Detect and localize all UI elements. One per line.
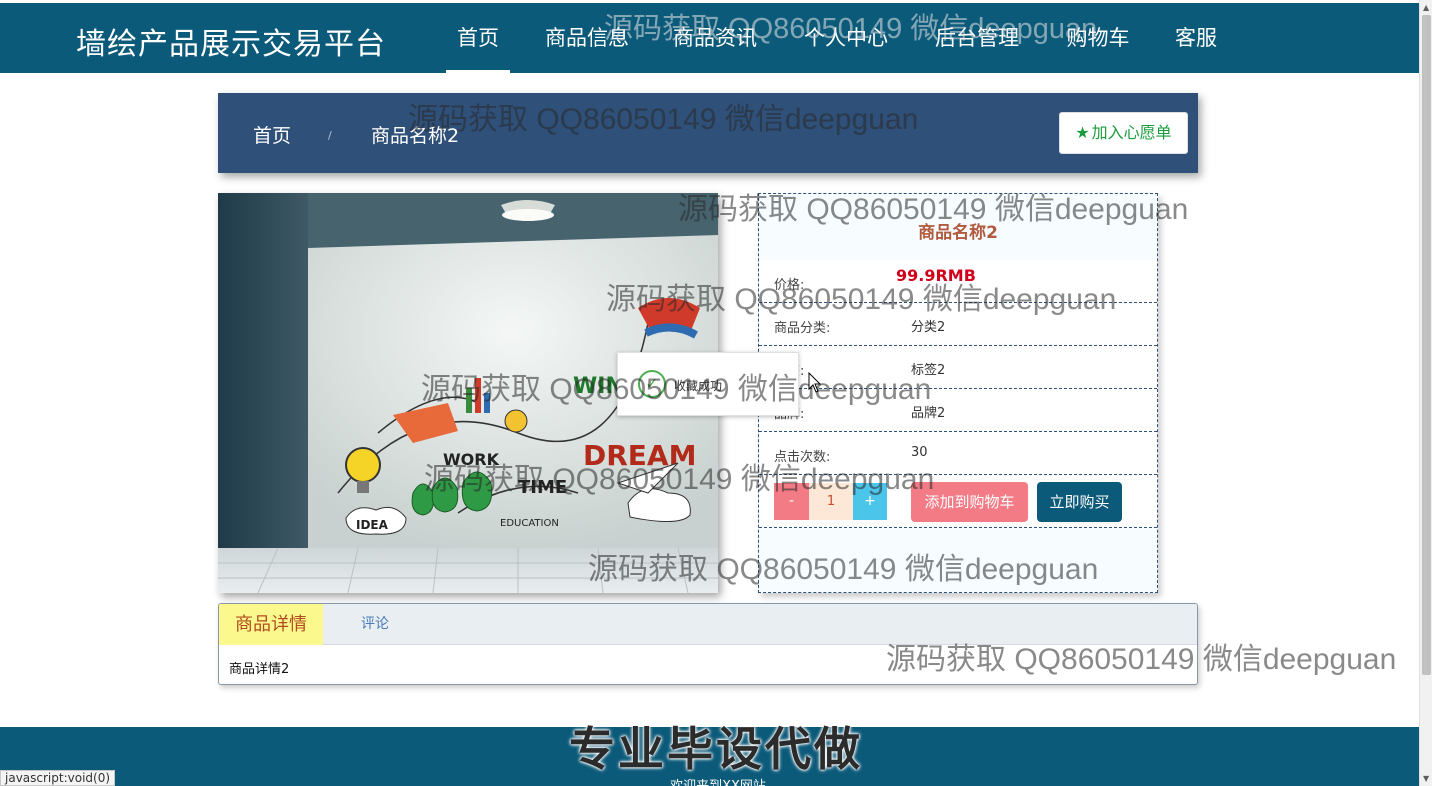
svg-text:TIME: TIME <box>518 477 567 498</box>
scroll-up-icon[interactable]: ▲ <box>1423 3 1429 12</box>
check-circle-icon: ✓ <box>638 370 666 398</box>
price-row: 价格: 99.9RMB <box>759 260 1157 303</box>
nav-cart[interactable]: 购物车 <box>1058 3 1138 73</box>
wishlist-label: 加入心愿单 <box>1091 123 1172 142</box>
footer-slogan: 专业毕设代做 <box>569 722 863 776</box>
breadcrumb-separator: / <box>328 129 332 142</box>
nav-admin[interactable]: 后台管理 <box>927 3 1027 73</box>
top-navbar: 墙绘产品展示交易平台 首页 商品信息 商品资讯 个人中心 后台管理 购物车 客服 <box>0 3 1419 73</box>
breadcrumb: 首页 / 商品名称2 ★ 加入心愿单 <box>218 93 1198 173</box>
mouse-cursor-icon <box>808 372 822 393</box>
buy-now-button[interactable]: 立即购买 <box>1037 482 1122 522</box>
vertical-scrollbar[interactable]: ▲ ▼ <box>1419 0 1432 786</box>
product-detail-content: 商品详情2 <box>229 662 290 677</box>
brand-row: 品牌: 品牌2 <box>759 389 1157 432</box>
product-name: 商品名称2 <box>918 223 998 243</box>
category-row: 商品分类: 分类2 <box>759 303 1157 346</box>
toast-message: 收藏成功 <box>674 379 723 393</box>
quantity-increase-button[interactable]: + <box>853 483 887 520</box>
breadcrumb-home-link[interactable]: 首页 <box>253 121 291 148</box>
scroll-down-icon[interactable]: ▼ <box>1423 774 1429 783</box>
tab-comments[interactable]: 评论 <box>343 604 407 645</box>
clicks-label: 点击次数: <box>774 450 831 465</box>
nav-news[interactable]: 商品资讯 <box>665 3 765 73</box>
quantity-input[interactable] <box>809 483 853 520</box>
price-label: 价格: <box>774 278 805 293</box>
purchase-actions: - + 添加到购物车 立即购买 <box>759 475 1157 528</box>
clicks-row: 点击次数: 30 <box>759 432 1157 475</box>
category-label: 商品分类: <box>774 321 831 336</box>
add-to-cart-button[interactable]: 添加到购物车 <box>911 482 1028 522</box>
svg-text:WORK: WORK <box>443 450 500 469</box>
site-title[interactable]: 墙绘产品展示交易平台 <box>76 19 386 63</box>
svg-text:DREAM: DREAM <box>583 439 696 472</box>
nav-service[interactable]: 客服 <box>1166 3 1226 73</box>
svg-text:EDUCATION: EDUCATION <box>500 518 559 529</box>
tag-value: 标签2 <box>911 363 946 378</box>
nav-personal-center[interactable]: 个人中心 <box>796 3 896 73</box>
price-value: 99.9RMB <box>896 266 976 285</box>
tab-product-detail[interactable]: 商品详情 <box>219 604 323 645</box>
add-to-wishlist-button[interactable]: ★ 加入心愿单 <box>1059 112 1188 154</box>
clicks-value: 30 <box>911 445 928 460</box>
product-tabs: 商品详情 评论 商品详情2 <box>218 603 1198 685</box>
tabs-header: 商品详情 评论 <box>219 604 1197 645</box>
browser-status-bar: javascript:void(0) <box>0 770 116 786</box>
svg-text:IDEA: IDEA <box>356 518 389 532</box>
star-icon: ★ <box>1075 123 1090 142</box>
success-toast: ✓ 收藏成功 <box>617 352 799 416</box>
quantity-decrease-button[interactable]: - <box>774 483 809 520</box>
nav-home[interactable]: 首页 <box>446 3 510 73</box>
category-value: 分类2 <box>911 320 946 335</box>
brand-value: 品牌2 <box>911 406 946 421</box>
breadcrumb-current: 商品名称2 <box>371 125 460 147</box>
nav-products[interactable]: 商品信息 <box>537 3 637 73</box>
scroll-thumb[interactable] <box>1422 15 1431 675</box>
footer-welcome-text: 欢迎来到XX网站 <box>0 775 1432 786</box>
